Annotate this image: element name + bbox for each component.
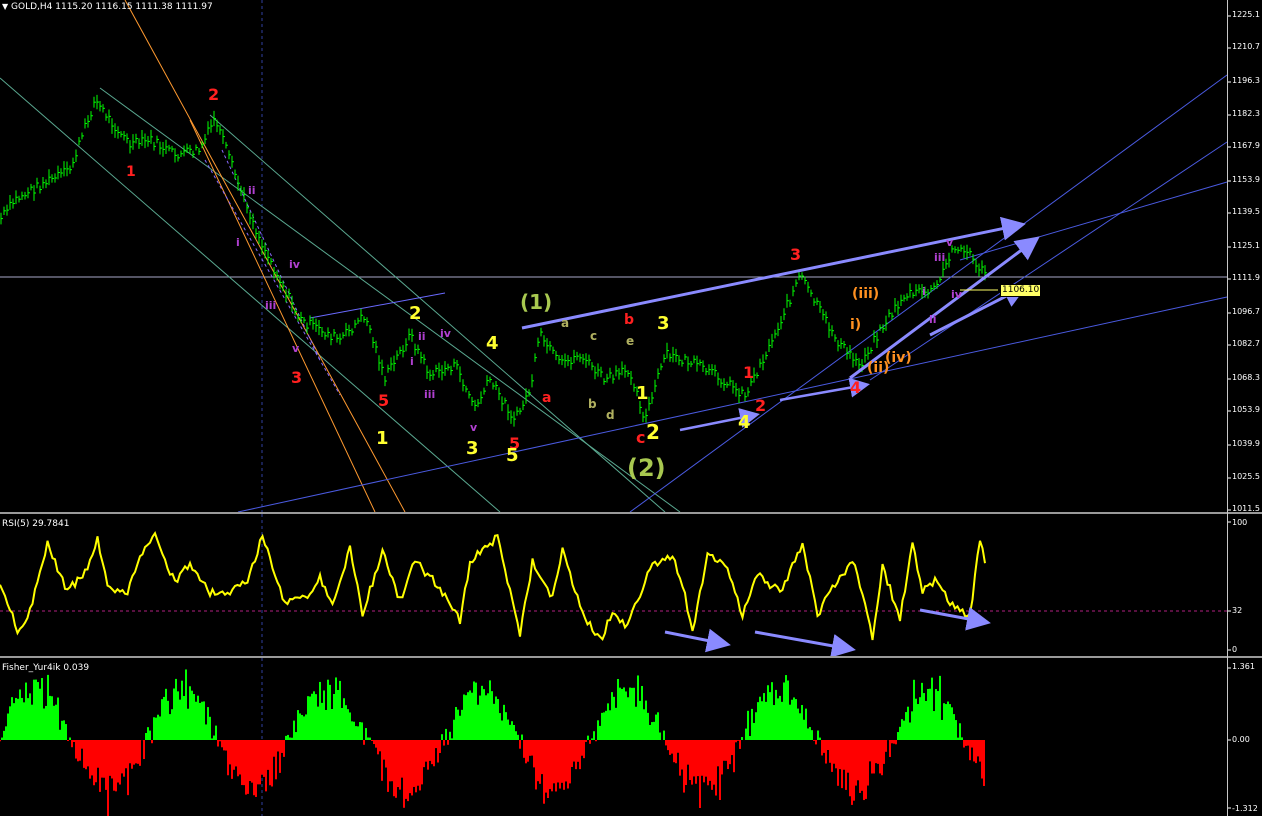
wave-label: ii bbox=[248, 184, 256, 197]
fisher-pane[interactable]: Fisher_Yur4ik 0.039 1.361 0.00 -1.312 bbox=[0, 658, 1262, 816]
price-scale-label: 1111.9 bbox=[1232, 273, 1260, 282]
rsi-divergence-arrow bbox=[919, 606, 991, 631]
price-scale-label: 1053.9 bbox=[1232, 405, 1260, 414]
wave-label: 2 bbox=[208, 85, 220, 104]
fisher-header: Fisher_Yur4ik 0.039 bbox=[2, 663, 90, 673]
price-chart-canvas[interactable] bbox=[0, 0, 1262, 512]
wave-label: a bbox=[561, 316, 570, 330]
price-scale-label: 1196.3 bbox=[1232, 76, 1260, 85]
wave-label: 5 bbox=[378, 391, 390, 410]
wave-label: 2 bbox=[646, 420, 660, 444]
wave-label: 2 bbox=[755, 396, 767, 415]
rsi-scale-level: 32 bbox=[1232, 606, 1243, 615]
wave-label: b bbox=[624, 312, 635, 328]
rsi-scale-high: 100 bbox=[1232, 518, 1248, 527]
wave-label: 3 bbox=[466, 438, 479, 459]
wave-label: c bbox=[590, 329, 598, 343]
wave-label: i) bbox=[850, 317, 862, 333]
rsi-pane[interactable]: RSI(5) 29.7841 100 32 0 bbox=[0, 514, 1262, 656]
wave-label: iii bbox=[934, 251, 946, 264]
chart-header: ▼ GOLD,H4 1115.20 1116.15 1111.38 1111.9… bbox=[2, 2, 213, 12]
fisher-scale-high: 1.361 bbox=[1232, 662, 1255, 671]
trend-line bbox=[959, 181, 1228, 261]
price-scale-label: 1182.3 bbox=[1232, 109, 1260, 118]
price-scale-label: 1153.9 bbox=[1232, 175, 1260, 184]
wave-label: iii bbox=[265, 299, 277, 312]
wave-label: iv bbox=[951, 288, 962, 301]
price-scale-divider bbox=[1227, 0, 1228, 816]
wave-label: v bbox=[946, 236, 954, 249]
wave-label: 1 bbox=[636, 383, 649, 404]
wave-label: a bbox=[542, 390, 552, 406]
price-bars bbox=[0, 94, 987, 427]
price-scale-label: 1125.1 bbox=[1232, 241, 1260, 250]
trend-line bbox=[309, 292, 446, 319]
wave-label: 1 bbox=[376, 428, 389, 449]
rsi-canvas[interactable] bbox=[0, 514, 1262, 656]
price-scale-label: 1082.7 bbox=[1232, 339, 1260, 348]
wave-label: (iv) bbox=[885, 350, 912, 366]
wave-label: ii bbox=[929, 313, 937, 326]
wave-label: (iii) bbox=[852, 286, 880, 302]
chart-symbol-ohlc: GOLD,H4 1115.20 1116.15 1111.38 1111.97 bbox=[11, 2, 213, 12]
price-scale-label: 1139.5 bbox=[1232, 207, 1260, 216]
wave-label: 2 bbox=[409, 303, 422, 324]
trend-line bbox=[0, 77, 501, 512]
wave-label: v bbox=[292, 342, 300, 355]
price-scale-label: 1039.9 bbox=[1232, 439, 1260, 448]
wave-label: v bbox=[470, 421, 478, 434]
rsi-divergence-arrow bbox=[664, 628, 731, 653]
wave-label: (1) bbox=[520, 290, 553, 314]
wave-label: i bbox=[922, 285, 926, 298]
wave-label: (2) bbox=[627, 454, 666, 482]
wave-label: 3 bbox=[291, 368, 303, 387]
fisher-canvas[interactable] bbox=[0, 658, 1262, 816]
wave-label: 4 bbox=[738, 412, 751, 433]
fisher-scale-zero: 0.00 bbox=[1232, 735, 1250, 744]
wave-label: 4 bbox=[486, 333, 499, 354]
current-price-marker: 1106.10 bbox=[1000, 284, 1042, 297]
wave-label: c bbox=[636, 428, 646, 447]
wave-label: 3 bbox=[790, 245, 802, 264]
wave-label: iv bbox=[289, 258, 300, 271]
wave-label: i bbox=[236, 236, 240, 249]
wave-label: iv bbox=[440, 327, 451, 340]
price-scale-label: 1096.7 bbox=[1232, 307, 1260, 316]
wave-label: 3 bbox=[657, 313, 670, 334]
trend-line bbox=[869, 141, 1228, 381]
rsi-header: RSI(5) 29.7841 bbox=[2, 519, 70, 529]
price-scale-label: 1068.3 bbox=[1232, 373, 1260, 382]
fisher-scale-low: -1.312 bbox=[1232, 804, 1258, 813]
wave-label: 1 bbox=[126, 164, 136, 180]
price-scale-label: 1025.5 bbox=[1232, 472, 1260, 481]
wave-label: iii bbox=[424, 388, 436, 401]
rsi-line bbox=[0, 531, 986, 641]
wave-label: 4 bbox=[850, 378, 862, 397]
fisher-histogram bbox=[0, 669, 985, 816]
wave-label: i bbox=[410, 355, 414, 368]
wave-label: 5 bbox=[506, 445, 519, 466]
rsi-scale-low: 0 bbox=[1232, 645, 1238, 654]
price-scale-label: 1167.9 bbox=[1232, 141, 1260, 150]
price-scale-label: 1225.1 bbox=[1232, 10, 1260, 19]
wave-label: ii bbox=[418, 330, 426, 343]
price-chart-pane[interactable]: ▼ GOLD,H4 1115.20 1116.15 1111.38 1111.9… bbox=[0, 0, 1262, 513]
wave-label: e bbox=[626, 334, 635, 348]
wave-label: d bbox=[606, 408, 615, 422]
rsi-divergence-arrow bbox=[754, 630, 856, 656]
triangle-down-icon[interactable]: ▼ bbox=[2, 2, 8, 11]
dashed-channel-line bbox=[221, 149, 321, 361]
wave-label: 1 bbox=[743, 363, 755, 382]
price-scale-label: 1210.7 bbox=[1232, 42, 1260, 51]
wave-label: b bbox=[588, 397, 597, 411]
